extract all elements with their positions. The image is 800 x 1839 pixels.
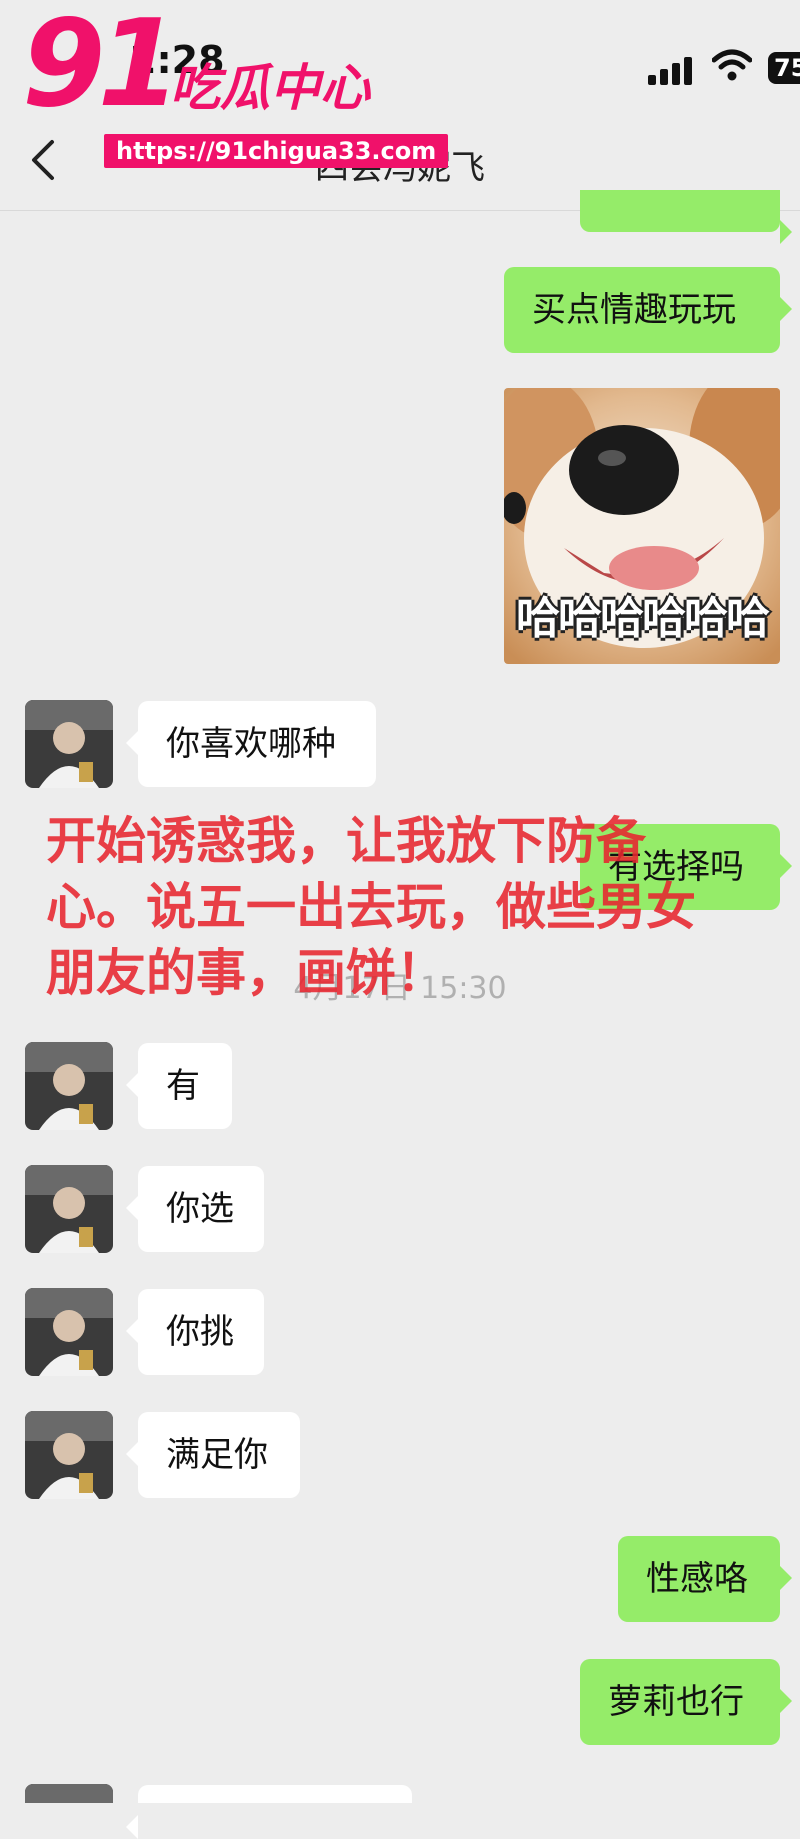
contact-avatar[interactable] bbox=[25, 1784, 113, 1803]
battery-icon: 75 bbox=[768, 52, 800, 84]
message-bubble-incoming[interactable]: 你喜欢哪种 bbox=[126, 701, 376, 787]
overlay-annotation: 开始诱惑我，让我放下防备心。说五一出去玩，做些男女朋友的事，画饼！ bbox=[46, 812, 696, 1002]
contact-avatar[interactable] bbox=[25, 1288, 113, 1376]
message-bubble-outgoing[interactable]: 性感咯 bbox=[618, 1536, 792, 1622]
message-bubble-partial[interactable] bbox=[580, 190, 792, 244]
watermark-number: 91 bbox=[22, 0, 181, 134]
message-bubble-incoming[interactable]: 有 bbox=[126, 1043, 232, 1129]
wifi-icon bbox=[711, 48, 753, 86]
message-bubble-incoming[interactable]: 你选 bbox=[126, 1166, 264, 1252]
message-bubble-incoming[interactable]: 你挑 bbox=[126, 1289, 264, 1375]
message-bubble-incoming[interactable]: 满足你 bbox=[126, 1412, 300, 1498]
signal-icon bbox=[648, 55, 698, 85]
message-bubble-outgoing[interactable]: 萝莉也行 bbox=[580, 1659, 792, 1745]
contact-avatar[interactable] bbox=[25, 700, 113, 788]
watermark-name: 吃瓜中心 bbox=[170, 59, 370, 117]
sticker-image[interactable]: 哈哈哈哈哈哈 bbox=[504, 388, 780, 664]
contact-avatar[interactable] bbox=[25, 1042, 113, 1130]
contact-avatar[interactable] bbox=[25, 1411, 113, 1499]
message-bubble-partial[interactable] bbox=[126, 1785, 412, 1839]
message-bubble-outgoing[interactable]: 买点情趣玩玩 bbox=[504, 267, 792, 353]
sticker-caption: 哈哈哈哈哈哈 bbox=[516, 593, 770, 644]
watermark-logo: 91 吃瓜中心 https://91chigua33.com bbox=[22, 0, 449, 168]
watermark-url: https://91chigua33.com bbox=[104, 134, 449, 168]
contact-avatar[interactable] bbox=[25, 1165, 113, 1253]
